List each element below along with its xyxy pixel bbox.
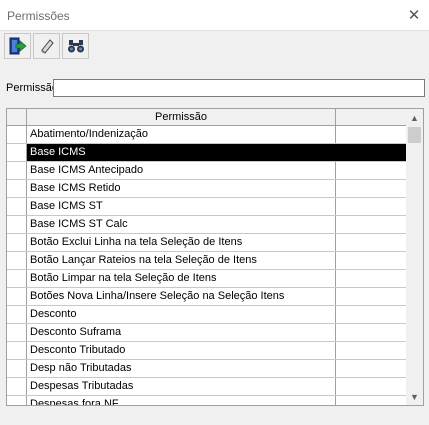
blank-cell[interactable] bbox=[336, 342, 407, 359]
blank-cell[interactable] bbox=[336, 144, 407, 161]
permission-cell[interactable]: Base ICMS ST bbox=[27, 198, 336, 215]
row-indicator[interactable] bbox=[7, 270, 27, 287]
blank-cell[interactable] bbox=[336, 396, 407, 405]
blank-cell[interactable] bbox=[336, 360, 407, 377]
table-row[interactable]: Base ICMS ST Calc bbox=[7, 216, 407, 234]
column-header-permission[interactable]: Permissão bbox=[27, 109, 336, 125]
permission-cell[interactable]: Abatimento/Indenização bbox=[27, 126, 336, 143]
blank-cell[interactable] bbox=[336, 180, 407, 197]
table-row[interactable]: Base ICMS bbox=[7, 144, 407, 162]
row-indicator-header bbox=[7, 109, 27, 125]
close-button[interactable]: ✕ bbox=[399, 0, 429, 30]
row-indicator[interactable] bbox=[7, 288, 27, 305]
table-row[interactable]: Base ICMS Retido bbox=[7, 180, 407, 198]
table-row[interactable]: Botão Exclui Linha na tela Seleção de It… bbox=[7, 234, 407, 252]
table-row[interactable]: Abatimento/Indenização bbox=[7, 126, 407, 144]
blank-cell[interactable] bbox=[336, 198, 407, 215]
permission-cell[interactable]: Botão Lançar Rateios na tela Seleção de … bbox=[27, 252, 336, 269]
blank-cell[interactable] bbox=[336, 252, 407, 269]
row-indicator[interactable] bbox=[7, 342, 27, 359]
blank-cell[interactable] bbox=[336, 306, 407, 323]
permission-cell[interactable]: Desconto Suframa bbox=[27, 324, 336, 341]
table-row[interactable]: Despesas Tributadas bbox=[7, 378, 407, 396]
table-row[interactable]: Botões Nova Linha/Insere Seleção na Sele… bbox=[7, 288, 407, 306]
row-indicator[interactable] bbox=[7, 306, 27, 323]
permission-cell[interactable]: Desconto bbox=[27, 306, 336, 323]
permission-cell[interactable]: Base ICMS Retido bbox=[27, 180, 336, 197]
blank-cell[interactable] bbox=[336, 324, 407, 341]
eraser-icon bbox=[40, 39, 54, 54]
permission-cell[interactable]: Botão Limpar na tela Seleção de Itens bbox=[27, 270, 336, 287]
blank-cell[interactable] bbox=[336, 270, 407, 287]
vertical-scrollbar[interactable]: ▲ ▼ bbox=[406, 109, 423, 405]
close-icon: ✕ bbox=[407, 7, 421, 24]
scroll-down-button[interactable]: ▼ bbox=[406, 388, 423, 405]
table-row[interactable]: Base ICMS ST bbox=[7, 198, 407, 216]
chevron-down-icon: ▼ bbox=[410, 391, 419, 402]
row-indicator[interactable] bbox=[7, 198, 27, 215]
exit-door-icon bbox=[9, 37, 27, 55]
row-indicator[interactable] bbox=[7, 378, 27, 395]
table-row[interactable]: Desconto bbox=[7, 306, 407, 324]
permission-cell[interactable]: Desp não Tributadas bbox=[27, 360, 336, 377]
table-row[interactable]: Desconto Suframa bbox=[7, 324, 407, 342]
row-indicator[interactable] bbox=[7, 216, 27, 233]
table-row[interactable]: Desconto Tributado bbox=[7, 342, 407, 360]
blank-cell[interactable] bbox=[336, 234, 407, 251]
blank-cell[interactable] bbox=[336, 378, 407, 395]
permission-cell[interactable]: Base ICMS bbox=[27, 144, 336, 161]
search-button[interactable] bbox=[62, 33, 89, 59]
blank-cell[interactable] bbox=[336, 162, 407, 179]
permission-cell[interactable]: Base ICMS Antecipado bbox=[27, 162, 336, 179]
row-indicator[interactable] bbox=[7, 180, 27, 197]
toolbar-divider bbox=[0, 30, 429, 31]
binoculars-icon bbox=[67, 40, 84, 53]
row-indicator[interactable] bbox=[7, 252, 27, 269]
exit-button[interactable] bbox=[4, 33, 31, 59]
table-row[interactable]: Botão Lançar Rateios na tela Seleção de … bbox=[7, 252, 407, 270]
permission-filter-label: Permissão bbox=[6, 82, 58, 94]
permission-cell[interactable]: Base ICMS ST Calc bbox=[27, 216, 336, 233]
table-row[interactable]: Despesas fora NF bbox=[7, 396, 407, 405]
permission-cell[interactable]: Despesas fora NF bbox=[27, 396, 336, 405]
blank-cell[interactable] bbox=[336, 216, 407, 233]
permission-filter-input[interactable] bbox=[53, 79, 425, 97]
table-row[interactable]: Desp não Tributadas bbox=[7, 360, 407, 378]
permissions-grid[interactable]: Permissão Abatimento/Indenização Base ICM… bbox=[6, 108, 424, 406]
row-indicator[interactable] bbox=[7, 396, 27, 405]
scroll-up-button[interactable]: ▲ bbox=[406, 109, 423, 126]
row-indicator[interactable] bbox=[7, 234, 27, 251]
blank-cell[interactable] bbox=[336, 126, 407, 143]
row-indicator[interactable] bbox=[7, 126, 27, 143]
blank-cell[interactable] bbox=[336, 288, 407, 305]
window-title: Permissões bbox=[7, 9, 70, 23]
grid-header: Permissão bbox=[7, 109, 407, 126]
scroll-thumb[interactable] bbox=[408, 127, 421, 143]
permission-cell[interactable]: Botões Nova Linha/Insere Seleção na Sele… bbox=[27, 288, 336, 305]
chevron-up-icon: ▲ bbox=[410, 112, 419, 123]
row-indicator[interactable] bbox=[7, 144, 27, 161]
clear-button[interactable] bbox=[33, 33, 60, 59]
table-row[interactable]: Base ICMS Antecipado bbox=[7, 162, 407, 180]
grid-rows: Abatimento/Indenização Base ICMS Base ICMS… bbox=[7, 126, 407, 405]
permission-cell[interactable]: Despesas Tributadas bbox=[27, 378, 336, 395]
permission-cell[interactable]: Botão Exclui Linha na tela Seleção de It… bbox=[27, 234, 336, 251]
table-row[interactable]: Botão Limpar na tela Seleção de Itens bbox=[7, 270, 407, 288]
permission-cell[interactable]: Desconto Tributado bbox=[27, 342, 336, 359]
column-header-blank bbox=[336, 109, 407, 125]
row-indicator[interactable] bbox=[7, 360, 27, 377]
row-indicator[interactable] bbox=[7, 162, 27, 179]
title-bar: Permissões ✕ bbox=[0, 0, 429, 30]
row-indicator[interactable] bbox=[7, 324, 27, 341]
